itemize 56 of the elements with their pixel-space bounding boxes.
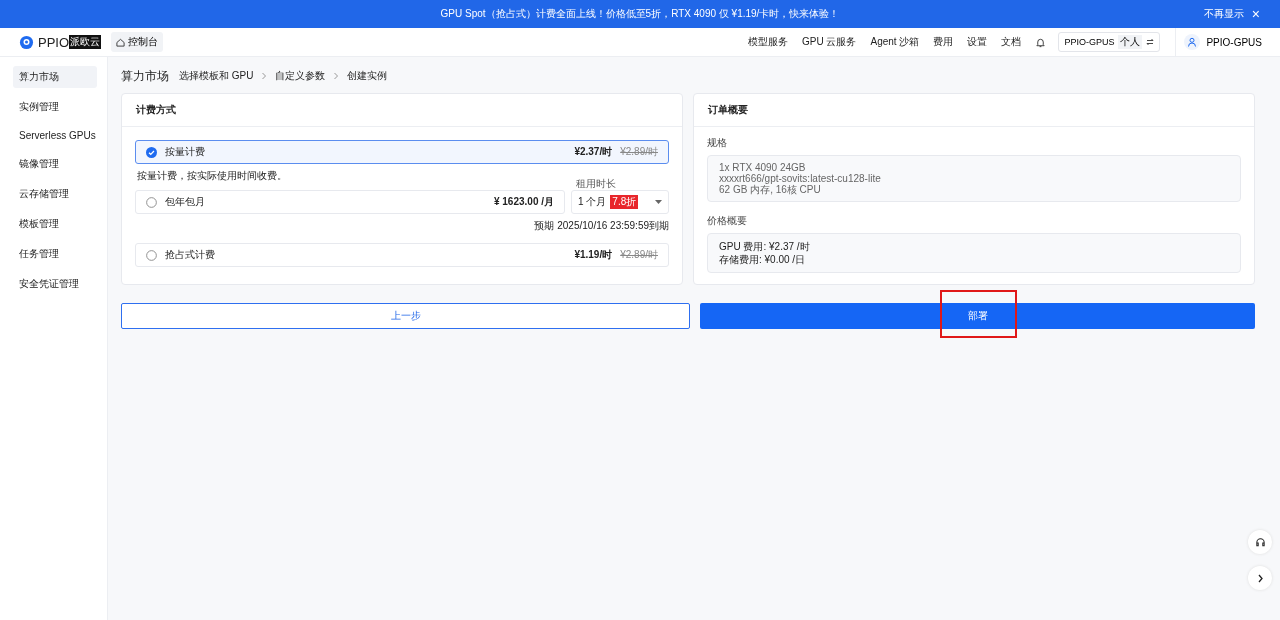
logo-text: PPIO (38, 34, 70, 50)
radio-checked-icon (146, 146, 157, 158)
sidebar-item[interactable]: Serverless GPUs (13, 126, 97, 145)
spec-line: 62 GB 内存, 16核 CPU (719, 184, 821, 195)
section-label: 价格概要 (707, 214, 748, 228)
duration-select[interactable]: 1 个月 7.8折 (571, 190, 669, 214)
logo-icon (19, 34, 34, 50)
nav-link[interactable]: GPU 云服务 (802, 35, 857, 49)
nav-link[interactable]: 设置 (967, 35, 988, 49)
spec-line: xxxxrt666/gpt-sovits:latest-cu128-lite (719, 173, 882, 184)
sidebar-item[interactable]: 算力市场 (13, 66, 97, 88)
console-button[interactable]: 控制台 (111, 32, 164, 52)
chevron-icon (333, 72, 340, 80)
price-line: GPU 费用: ¥2.37 /时 (719, 240, 811, 253)
home-icon (116, 37, 126, 47)
nav-link[interactable]: Agent 沙箱 (870, 35, 920, 49)
radio-icon (146, 249, 157, 261)
caret-icon (655, 199, 662, 205)
user-icon (1187, 37, 1198, 47)
sidebar-item[interactable]: 安全凭证管理 (13, 273, 97, 295)
card-title: 订单概要 (694, 94, 1254, 127)
close-button[interactable]: × (1251, 6, 1260, 22)
sidebar-item[interactable]: 镜像管理 (13, 153, 97, 175)
spec-line: 1x RTX 4090 24GB (719, 162, 807, 173)
expiry-text: 预期 2025/10/16 23:59:59到期 (534, 219, 669, 233)
nav-link[interactable]: 文档 (1001, 35, 1022, 49)
billing-option[interactable]: 按量计费 ¥2.37/时 ¥2.89/时 (135, 140, 669, 164)
nav-link[interactable]: 费用 (933, 35, 954, 49)
logo-badge: 派欧云 (69, 35, 102, 49)
back-button[interactable]: 上一步 (121, 303, 690, 329)
dismiss-link[interactable]: 不再显示 (1204, 7, 1244, 21)
headset-icon (1254, 536, 1266, 548)
announcement-text: GPU Spot（抢占式）计费全面上线！价格低至5折，RTX 4090 仅 ¥1.19/卡时，快来体验！ (440, 7, 840, 21)
chevron-right-icon (1256, 573, 1264, 583)
breadcrumb-step: 选择模板和 GPU (179, 69, 254, 83)
page-title: 算力市场 (121, 67, 169, 85)
billing-option[interactable]: 包年包月 ¥ 1623.00 /月 (135, 190, 565, 214)
section-label: 规格 (707, 136, 728, 150)
swap-icon (1146, 38, 1155, 46)
sidebar-item[interactable]: 云存储管理 (13, 183, 97, 205)
nav-link[interactable]: 模型服务 (748, 35, 789, 49)
bell-icon[interactable] (1035, 36, 1047, 48)
sidebar-item[interactable]: 任务管理 (13, 243, 97, 265)
sidebar-item[interactable]: 实例管理 (13, 96, 97, 118)
account-switcher[interactable]: PPIO-GPUS 个人 (1058, 32, 1161, 52)
chevron-icon (261, 72, 268, 80)
sidebar-item[interactable]: 模板管理 (13, 213, 97, 235)
card-title: 计费方式 (122, 94, 682, 127)
price-line: 存储费用: ¥0.00 /日 (719, 253, 807, 266)
breadcrumb-step: 自定义参数 (275, 69, 326, 83)
radio-icon (146, 196, 157, 208)
deploy-button[interactable]: 部署 (700, 303, 1255, 329)
billing-option[interactable]: 抢占式计费 ¥1.19/时 ¥2.89/时 (135, 243, 669, 267)
breadcrumb-step: 创建实例 (347, 69, 388, 83)
duration-label: 租用时长 (576, 178, 617, 190)
user-menu[interactable]: PPIO-GPUS (1184, 34, 1280, 50)
